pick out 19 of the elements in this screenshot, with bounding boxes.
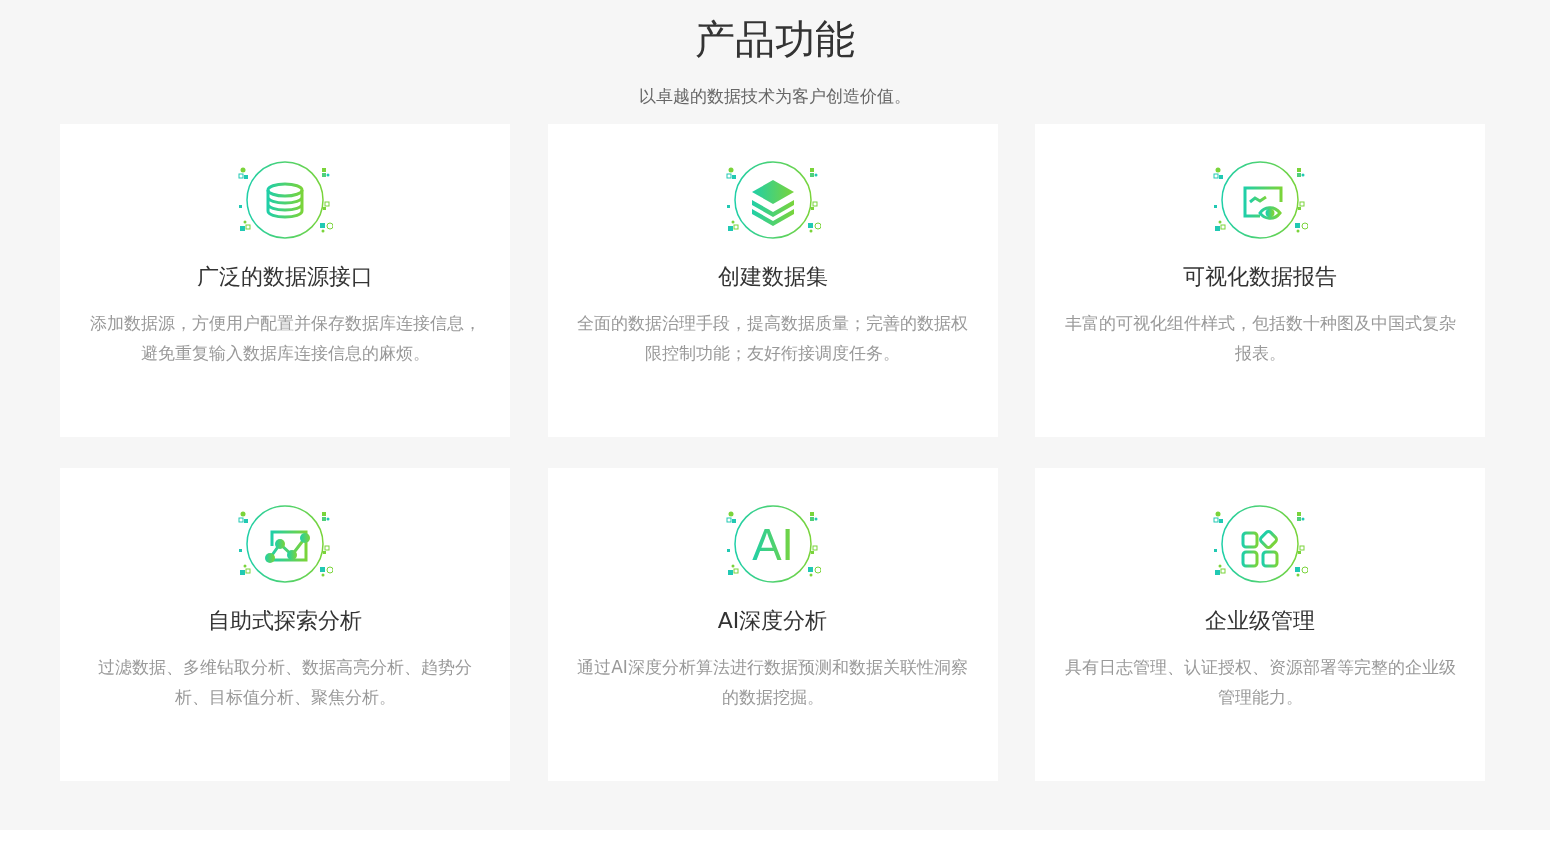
feature-title: 广泛的数据源接口 (197, 263, 373, 291)
feature-title: 可视化数据报告 (1183, 263, 1337, 291)
feature-title: 企业级管理 (1205, 607, 1315, 635)
layers-icon (724, 160, 821, 240)
feature-description: 全面的数据治理手段，提高数据质量；完善的数据权限控制功能；友好衔接调度任务。 (576, 312, 969, 365)
feature-title: 创建数据集 (717, 263, 828, 291)
report-eye-icon (1212, 160, 1308, 240)
feature-description: 通过AI深度分析算法进行数据预测和数据关联性洞察的数据挖掘。 (576, 656, 969, 709)
apps-grid-icon (1212, 504, 1308, 584)
feature-description: 丰富的可视化组件样式，包括数十种图及中国式复杂报表。 (1063, 312, 1457, 365)
database-icon (237, 160, 333, 240)
feature-title: AI深度分析 (717, 607, 828, 635)
feature-description: 添加数据源，方便用户配置并保存数据库连接信息，避免重复输入数据库连接信息的麻烦。 (88, 312, 482, 365)
feature-description: 具有日志管理、认证授权、资源部署等完整的企业级管理能力。 (1063, 656, 1457, 709)
section-heading: 产品功能 (694, 15, 856, 64)
line-chart-icon (237, 504, 333, 584)
feature-description: 过滤数据、多维钻取分析、数据高亮分析、趋势分析、目标值分析、聚焦分析。 (97, 656, 473, 709)
feature-title: 自助式探索分析 (208, 607, 362, 635)
section-subtitle: 以卓越的数据技术为客户创造价值。 (638, 85, 912, 108)
